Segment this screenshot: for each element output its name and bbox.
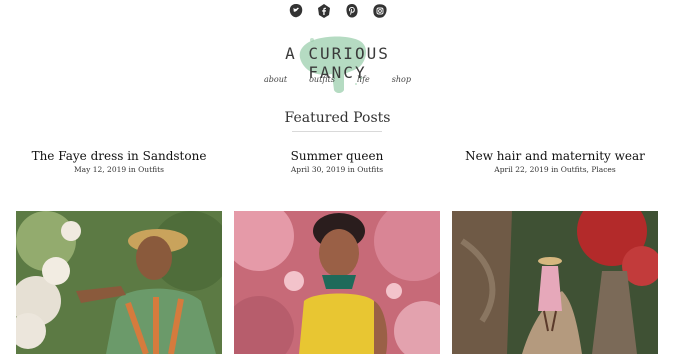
post-card: New hair and maternity wear April 22, 20… <box>452 149 658 354</box>
twitter-icon[interactable] <box>288 3 304 19</box>
post-card: The Faye dress in Sandstone May 12, 2019… <box>16 149 222 354</box>
social-icons <box>0 3 675 19</box>
post-title[interactable]: The Faye dress in Sandstone <box>16 149 222 164</box>
featured-posts-heading: Featured Posts <box>284 110 391 126</box>
post-meta: May 12, 2019 in Outfits <box>16 165 222 174</box>
post-title[interactable]: New hair and maternity wear <box>452 149 658 164</box>
nav-item-life[interactable]: life <box>357 75 370 84</box>
heading-divider <box>292 131 382 132</box>
instagram-icon[interactable] <box>372 3 388 19</box>
post-card: Summer queen April 30, 2019 in Outfits <box>234 149 440 354</box>
main-nav: about outfits life shop <box>260 75 415 84</box>
post-date: April 22, 2019 <box>494 165 549 174</box>
post-date: April 30, 2019 <box>290 165 346 174</box>
post-meta-in: in <box>347 165 355 174</box>
post-date: May 12, 2019 <box>73 165 127 174</box>
facebook-icon[interactable] <box>316 3 332 19</box>
post-image[interactable] <box>234 211 440 354</box>
pinterest-icon[interactable] <box>344 3 360 19</box>
featured-posts-list: The Faye dress in Sandstone May 12, 2019… <box>16 149 658 354</box>
post-meta: April 30, 2019 in Outfits <box>234 165 440 174</box>
post-category-link[interactable]: Outfits, Places <box>561 165 616 174</box>
nav-item-about[interactable]: about <box>264 75 287 84</box>
nav-item-outfits[interactable]: outfits <box>309 75 335 84</box>
post-category-link[interactable]: Outfits <box>138 165 164 174</box>
post-meta-in: in <box>128 165 136 174</box>
site-logo[interactable]: A CURIOUS FANCY about outfits life shop <box>260 30 415 108</box>
post-meta-in: in <box>551 165 559 174</box>
nav-item-shop[interactable]: shop <box>392 75 411 84</box>
post-category-link[interactable]: Outfits <box>357 165 383 174</box>
post-meta: April 22, 2019 in Outfits, Places <box>452 165 658 174</box>
post-image[interactable] <box>452 211 658 354</box>
post-image[interactable] <box>16 211 222 354</box>
post-title[interactable]: Summer queen <box>234 149 440 164</box>
